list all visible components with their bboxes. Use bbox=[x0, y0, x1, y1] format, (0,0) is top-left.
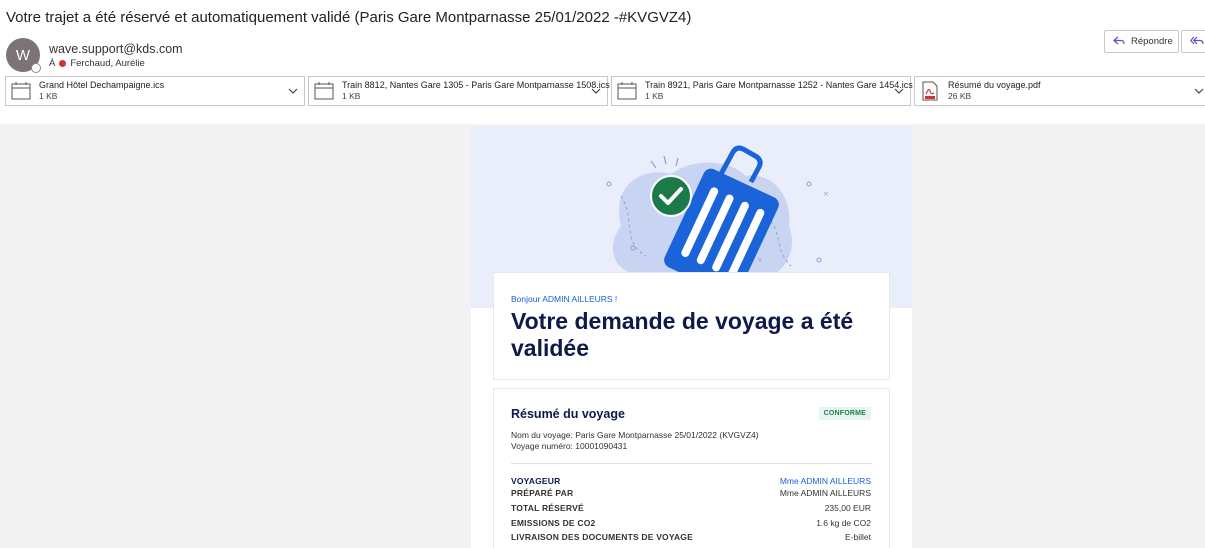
attachment-resume-pdf[interactable]: Résumé du voyage.pdf 26 KB bbox=[914, 76, 1205, 106]
summary-row-total: TOTAL RÉSERVÉ 235,00 EUR bbox=[511, 503, 871, 513]
svg-text:×: × bbox=[823, 190, 829, 198]
summary-row-livraison: LIVRAISON DES DOCUMENTS DE VOYAGE E-bill… bbox=[511, 532, 871, 542]
recipient-name[interactable]: Ferchaud, Aurélie bbox=[70, 58, 144, 69]
reply-all-button[interactable] bbox=[1181, 30, 1205, 53]
attachment-name: Résumé du voyage.pdf bbox=[948, 80, 1041, 90]
row-value: Mme ADMIN AILLEURS bbox=[779, 488, 871, 498]
status-badge: CONFORME bbox=[818, 407, 871, 420]
row-label: EMISSIONS DE CO2 bbox=[511, 518, 596, 528]
divider bbox=[511, 463, 872, 464]
attachment-name: Train 8812, Nantes Gare 1305 - Paris Gar… bbox=[342, 80, 610, 90]
avatar-initial: W bbox=[15, 46, 31, 64]
reply-all-arrow-icon bbox=[1189, 35, 1204, 49]
attachment-size: 26 KB bbox=[948, 91, 972, 101]
reply-button[interactable]: Répondre bbox=[1104, 30, 1179, 53]
row-value: 1.6 kg de CO2 bbox=[816, 518, 871, 528]
row-value: 235,00 EUR bbox=[824, 503, 871, 513]
row-value: E-billet bbox=[845, 532, 871, 542]
attachment-hotel-ics[interactable]: Grand Hôtel Dechampaigne.ics 1 KB bbox=[5, 76, 305, 106]
to-label: À bbox=[49, 58, 56, 69]
calendar-icon bbox=[617, 81, 637, 101]
validation-card: Bonjour ADMIN AILLEURS ! Votre demande d… bbox=[493, 272, 890, 380]
attachment-train-8812-ics[interactable]: Train 8812, Nantes Gare 1305 - Paris Gar… bbox=[308, 76, 610, 106]
row-label: PRÉPARÉ PAR bbox=[511, 488, 574, 498]
summary-row-co2: EMISSIONS DE CO2 1.6 kg de CO2 bbox=[511, 518, 871, 528]
attachment-train-8921-ics[interactable]: Train 8921, Paris Gare Montparnasse 1252… bbox=[611, 76, 913, 106]
reply-label: Répondre bbox=[1131, 36, 1173, 47]
attachment-size: 1 KB bbox=[39, 91, 58, 101]
trip-summary-card: Résumé du voyage CONFORME Nom du voyage:… bbox=[493, 388, 890, 548]
validation-title: Votre demande de voyage a été validée bbox=[511, 308, 854, 361]
svg-text:×: × bbox=[757, 256, 763, 264]
recipient-line: À Ferchaud, Aurélie bbox=[49, 58, 145, 69]
sender-email[interactable]: wave.support@kds.com bbox=[49, 42, 183, 56]
chevron-down-icon[interactable] bbox=[287, 85, 299, 97]
attachment-size: 1 KB bbox=[645, 91, 664, 101]
calendar-icon bbox=[11, 81, 31, 101]
chevron-down-icon[interactable] bbox=[1193, 85, 1205, 97]
busy-status-icon bbox=[59, 60, 67, 67]
attachment-name: Train 8921, Paris Gare Montparnasse 1252… bbox=[645, 80, 913, 90]
email-body: × × Bonjour ADMIN AILLEURS ! Votre deman… bbox=[471, 126, 912, 548]
row-label: TOTAL RÉSERVÉ bbox=[511, 503, 584, 513]
chevron-down-icon[interactable] bbox=[893, 85, 905, 97]
row-label: VOYAGEUR bbox=[511, 476, 561, 486]
email-subject: Votre trajet a été réservé et automatiqu… bbox=[6, 9, 692, 26]
greeting-text: Bonjour ADMIN AILLEURS ! bbox=[511, 294, 618, 304]
pdf-icon bbox=[920, 81, 940, 101]
attachment-name: Grand Hôtel Dechampaigne.ics bbox=[39, 80, 165, 90]
attachment-size: 1 KB bbox=[342, 91, 361, 101]
trip-number: Voyage numéro: 10001090431 bbox=[511, 441, 628, 451]
summary-title: Résumé du voyage bbox=[511, 407, 625, 421]
reply-arrow-icon bbox=[1113, 35, 1125, 49]
row-value[interactable]: Mme ADMIN AILLEURS bbox=[780, 476, 871, 486]
calendar-icon bbox=[314, 81, 334, 101]
summary-row-prepare-par: PRÉPARÉ PAR Mme ADMIN AILLEURS bbox=[511, 488, 871, 498]
trip-name: Nom du voyage: Paris Gare Montparnasse 2… bbox=[511, 430, 759, 440]
presence-status-icon bbox=[31, 63, 41, 73]
summary-row-voyageur: VOYAGEUR Mme ADMIN AILLEURS bbox=[511, 476, 871, 486]
row-label: LIVRAISON DES DOCUMENTS DE VOYAGE bbox=[511, 532, 693, 542]
chevron-down-icon[interactable] bbox=[590, 85, 602, 97]
